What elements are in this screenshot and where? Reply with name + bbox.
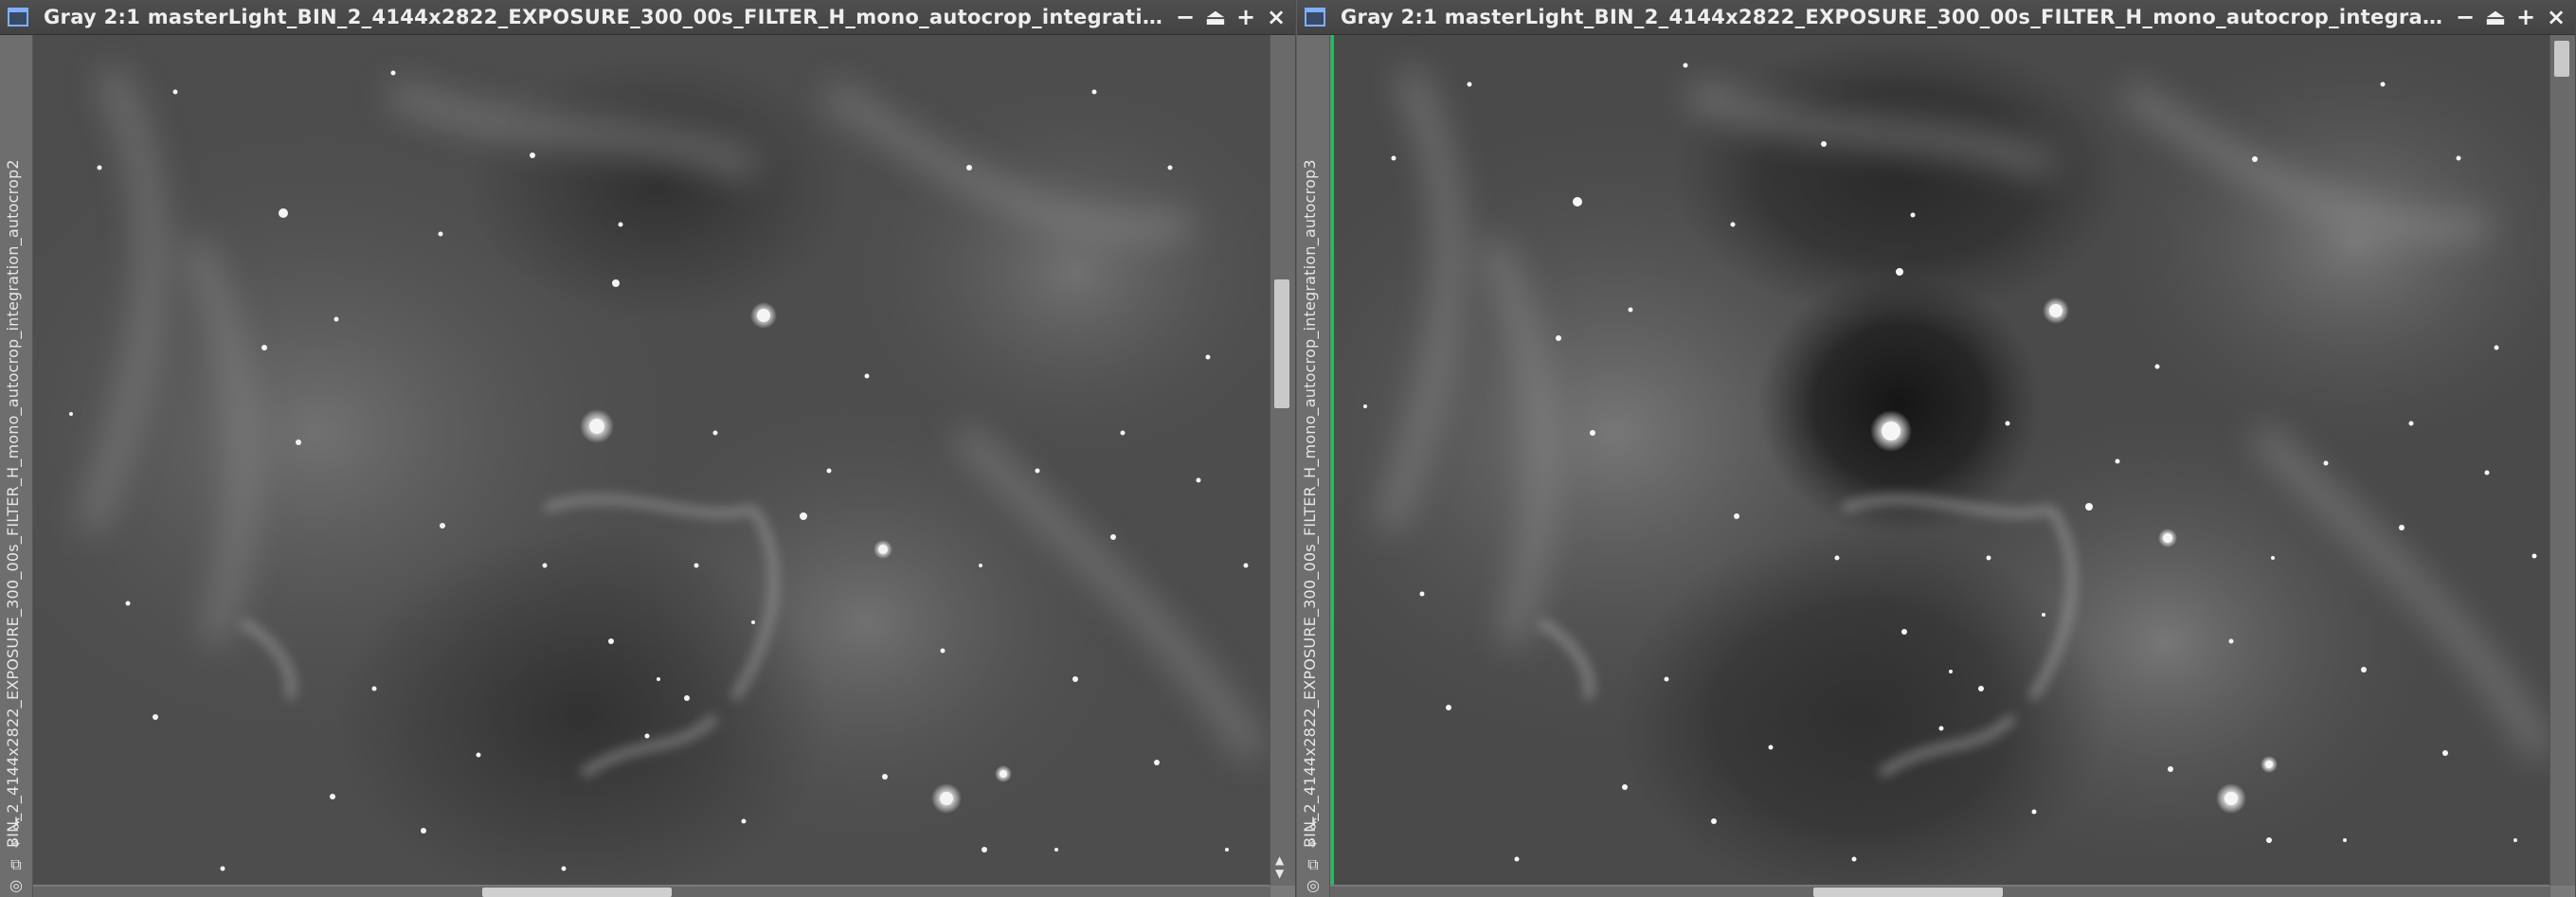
- nebula-image: [1331, 35, 2550, 885]
- shade-button[interactable]: ⏏: [1202, 4, 1229, 30]
- minimize-button[interactable]: −: [1172, 4, 1198, 30]
- lock-icon[interactable]: ⚷: [1307, 816, 1319, 831]
- settings-icon[interactable]: ◎: [9, 878, 23, 893]
- close-button[interactable]: ×: [2543, 4, 2569, 30]
- vertical-scroll-thumb[interactable]: [2554, 41, 2569, 77]
- close-button[interactable]: ×: [1263, 4, 1289, 30]
- vertical-scroll-thumb[interactable]: [1274, 279, 1289, 408]
- side-strip: BIN_2_4144x2822_EXPOSURE_300_00s_FILTER_…: [1297, 35, 1330, 897]
- lock-icon[interactable]: ⚷: [10, 816, 22, 831]
- copy-icon[interactable]: ⧉: [1307, 857, 1318, 872]
- settings-icon[interactable]: ◎: [1306, 878, 1320, 893]
- horizontal-scroll-thumb[interactable]: [482, 888, 672, 897]
- window-title: Gray 2:1 masterLight_BIN_2_4144x2822_EXP…: [44, 6, 1172, 28]
- image-identifier-label: BIN_2_4144x2822_EXPOSURE_300_00s_FILTER_…: [1301, 159, 1319, 848]
- shade-button[interactable]: ⏏: [2482, 4, 2509, 30]
- image-viewport[interactable]: [33, 35, 1270, 885]
- desktop: Gray 2:1 masterLight_BIN_2_4144x2822_EXP…: [0, 0, 2576, 897]
- image-viewport[interactable]: [1331, 35, 2550, 885]
- image-window-icon[interactable]: [1305, 8, 1325, 27]
- image-window-1[interactable]: Gray 2:1 masterLight_BIN_2_4144x2822_EXP…: [0, 0, 1296, 897]
- image-identifier-label: BIN_2_4144x2822_EXPOSURE_300_00s_FILTER_…: [4, 159, 22, 848]
- copy-icon[interactable]: ⧉: [10, 857, 21, 872]
- maximize-button[interactable]: +: [1233, 4, 1259, 30]
- image-window-icon[interactable]: [8, 8, 28, 27]
- horizontal-scrollbar[interactable]: [33, 887, 1270, 897]
- image-window-2[interactable]: Gray 2:1 masterLight_BIN_2_4144x2822_EXP…: [1297, 0, 2576, 897]
- pin-icon[interactable]: ⌖: [1308, 836, 1317, 852]
- window-title: Gray 2:1 masterLight_BIN_2_4144x2822_EXP…: [1341, 6, 2452, 28]
- horizontal-scrollbar[interactable]: [1330, 887, 2550, 897]
- horizontal-scroll-thumb[interactable]: [1813, 888, 2003, 897]
- nebula-image: [33, 35, 1270, 885]
- side-strip: BIN_2_4144x2822_EXPOSURE_300_00s_FILTER_…: [0, 35, 33, 897]
- window-titlebar[interactable]: Gray 2:1 masterLight_BIN_2_4144x2822_EXP…: [1297, 0, 2575, 35]
- window-titlebar[interactable]: Gray 2:1 masterLight_BIN_2_4144x2822_EXP…: [0, 0, 1295, 35]
- pin-icon[interactable]: ⌖: [11, 836, 20, 852]
- vertical-scrollbar[interactable]: ▲ ▼: [1270, 35, 1295, 886]
- scroll-arrows-icon[interactable]: ▲ ▼: [1275, 853, 1284, 880]
- vertical-scrollbar[interactable]: [2549, 35, 2575, 886]
- maximize-button[interactable]: +: [2513, 4, 2539, 30]
- minimize-button[interactable]: −: [2452, 4, 2478, 30]
